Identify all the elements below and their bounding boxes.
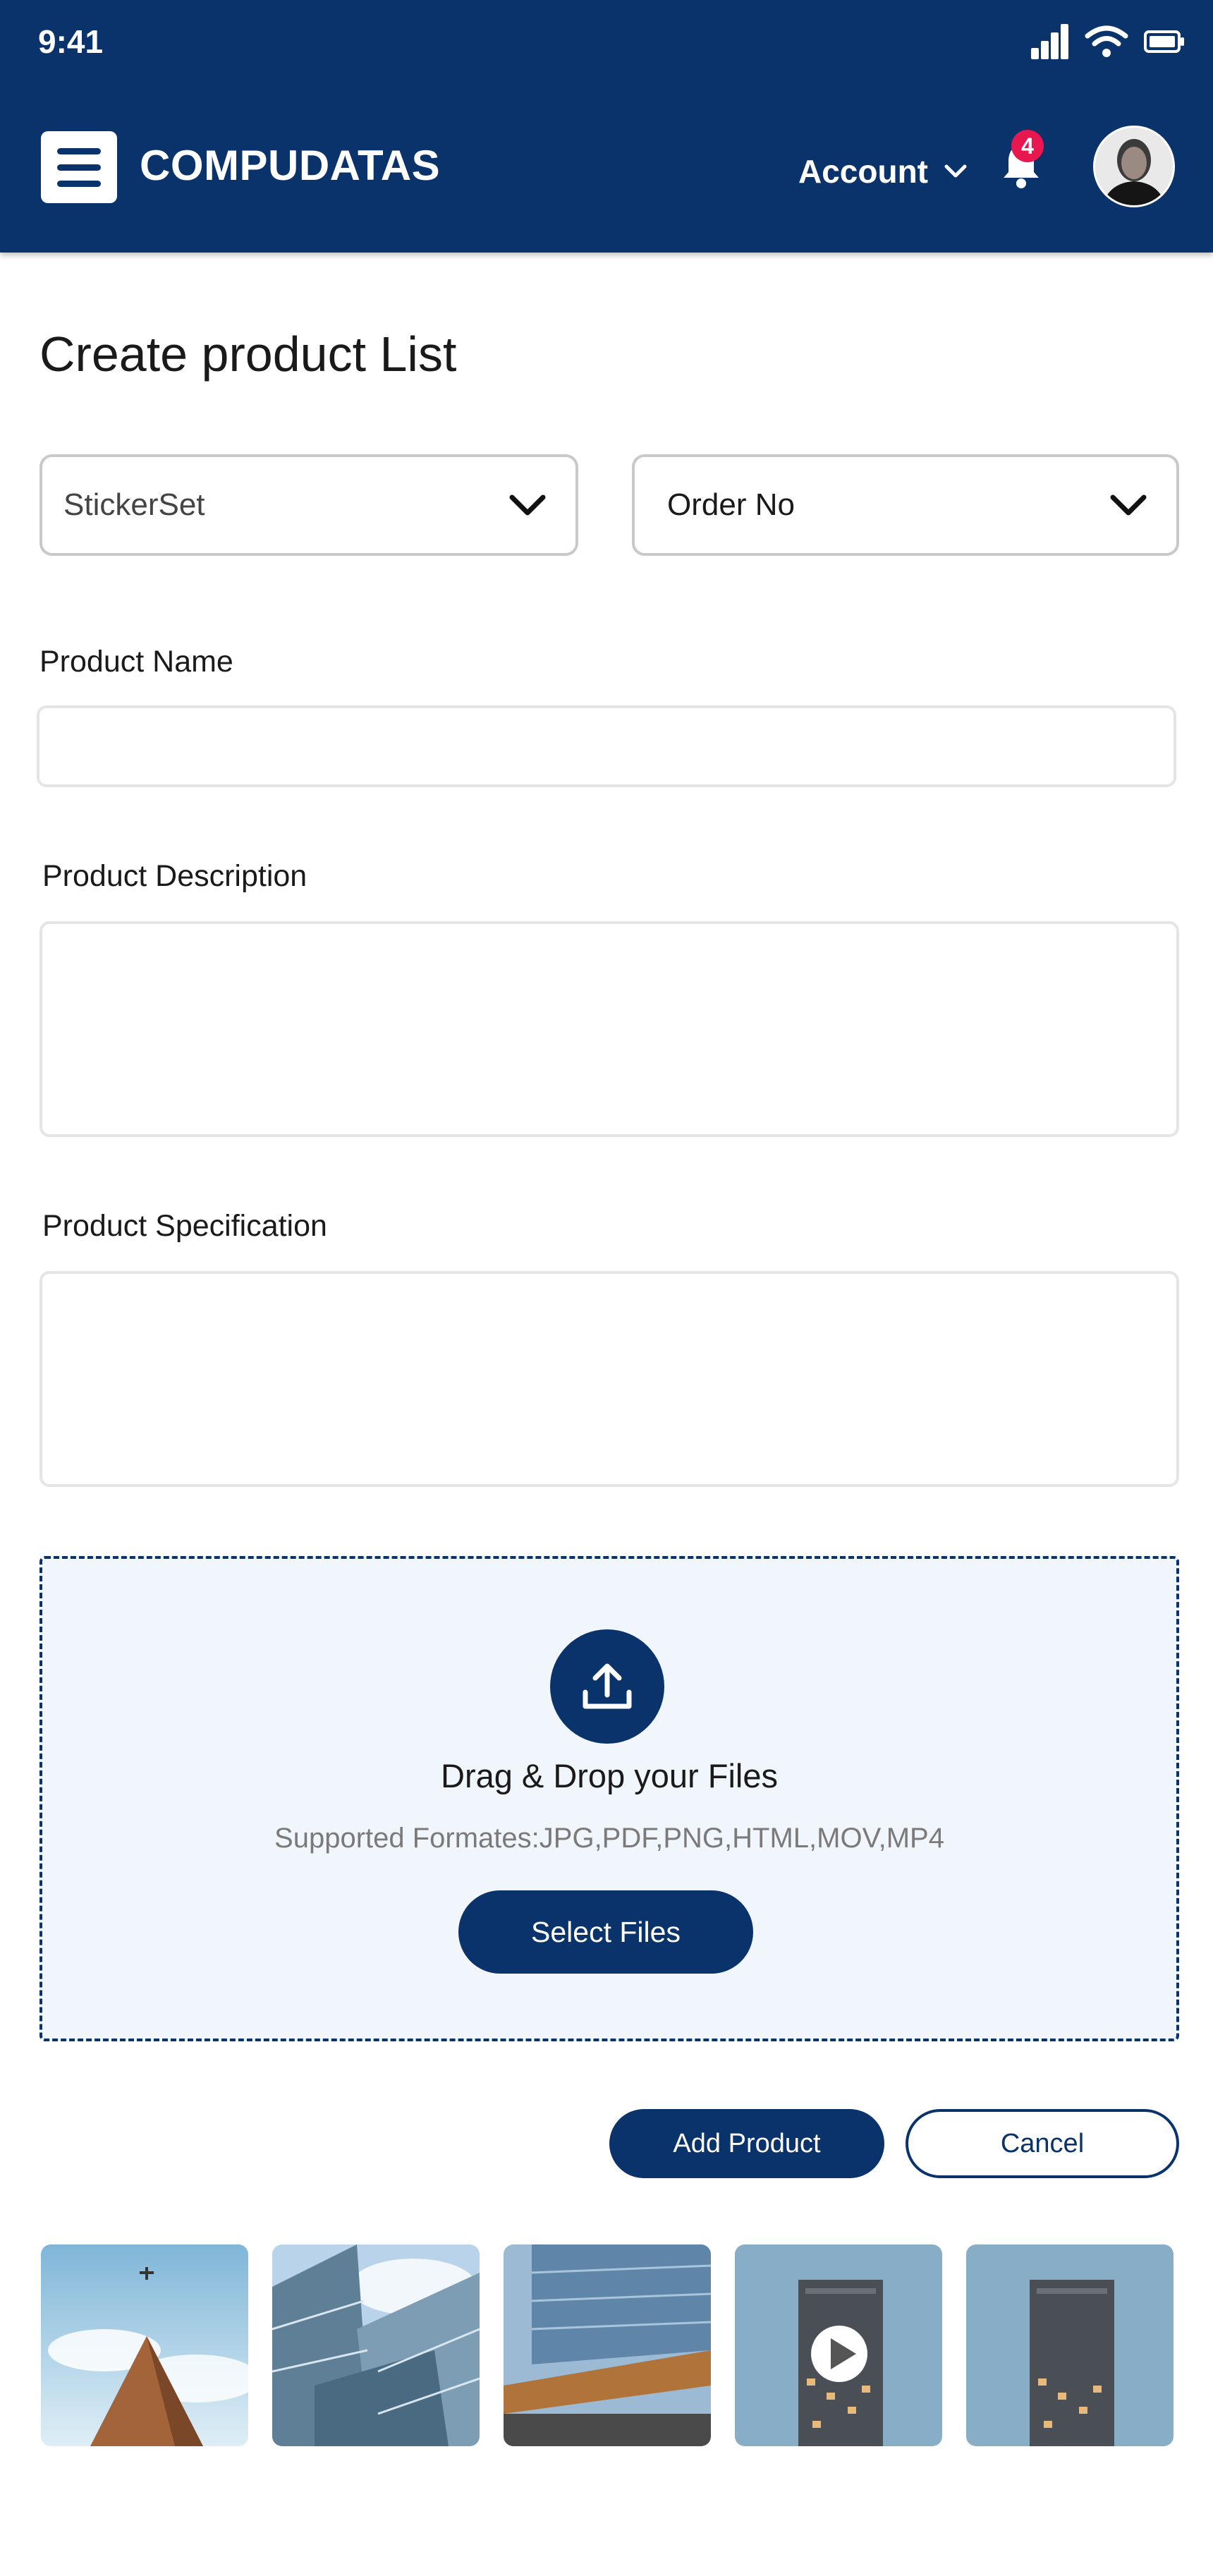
glass-building-image (272, 2244, 480, 2446)
select-files-button[interactable]: Select Files (458, 1890, 753, 1974)
app-header: 9:41 COMPUDATAS Account 4 (0, 0, 1213, 253)
tower-image (966, 2244, 1174, 2446)
user-photo (1095, 128, 1173, 205)
product-description-textarea[interactable] (39, 921, 1179, 1137)
avatar[interactable] (1093, 126, 1175, 207)
menu-icon-bar (57, 147, 101, 154)
cancel-button[interactable]: Cancel (906, 2109, 1179, 2178)
battery-icon (1144, 30, 1184, 53)
gallery-thumb-modern-building[interactable] (504, 2244, 711, 2446)
category-select[interactable]: StickerSet (39, 454, 578, 556)
tower-video-image (735, 2244, 942, 2446)
chevron-down-icon (509, 494, 546, 516)
gallery-thumb-tower-plane[interactable] (41, 2244, 248, 2446)
menu-icon-bar (57, 164, 101, 171)
product-description-label: Product Description (42, 859, 307, 893)
gallery-thumb-tower-video[interactable] (735, 2244, 942, 2446)
menu-icon-bar (57, 180, 101, 187)
modern-building-image (504, 2244, 711, 2446)
menu-button[interactable] (41, 131, 117, 203)
gallery-thumb-glass-building[interactable] (272, 2244, 480, 2446)
product-specification-textarea[interactable] (39, 1271, 1179, 1487)
order-select[interactable]: Order No (632, 454, 1179, 556)
status-time: 9:41 (38, 23, 104, 60)
product-specification-label: Product Specification (42, 1209, 327, 1243)
product-name-label: Product Name (39, 645, 233, 679)
account-label: Account (798, 153, 928, 190)
tower-with-plane-image (41, 2244, 248, 2446)
order-select-value: Order No (667, 487, 795, 522)
add-product-button[interactable]: Add Product (609, 2109, 884, 2178)
signal-icon (1031, 24, 1068, 59)
account-menu[interactable]: Account (798, 152, 968, 190)
brand-title: COMPUDATAS (140, 142, 441, 189)
supported-formats-text: Supported Formates:JPG,PDF,PNG,HTML,MOV,… (274, 1823, 944, 1854)
chevron-down-icon (1110, 494, 1147, 516)
notification-badge: 4 (1011, 130, 1044, 162)
file-dropzone[interactable]: Drag & Drop your Files Supported Formate… (39, 1556, 1179, 2041)
wifi-icon (1085, 25, 1128, 57)
category-select-value: StickerSet (63, 487, 205, 522)
gallery-thumb-tower[interactable] (966, 2244, 1174, 2446)
dropzone-title: Drag & Drop your Files (441, 1757, 778, 1794)
chevron-down-icon (944, 164, 967, 178)
upload-button-circle[interactable] (550, 1629, 664, 1744)
status-icons (1031, 24, 1185, 59)
upload-icon (583, 1663, 632, 1709)
product-name-input[interactable] (37, 705, 1176, 787)
page-title: Create product List (39, 327, 457, 382)
